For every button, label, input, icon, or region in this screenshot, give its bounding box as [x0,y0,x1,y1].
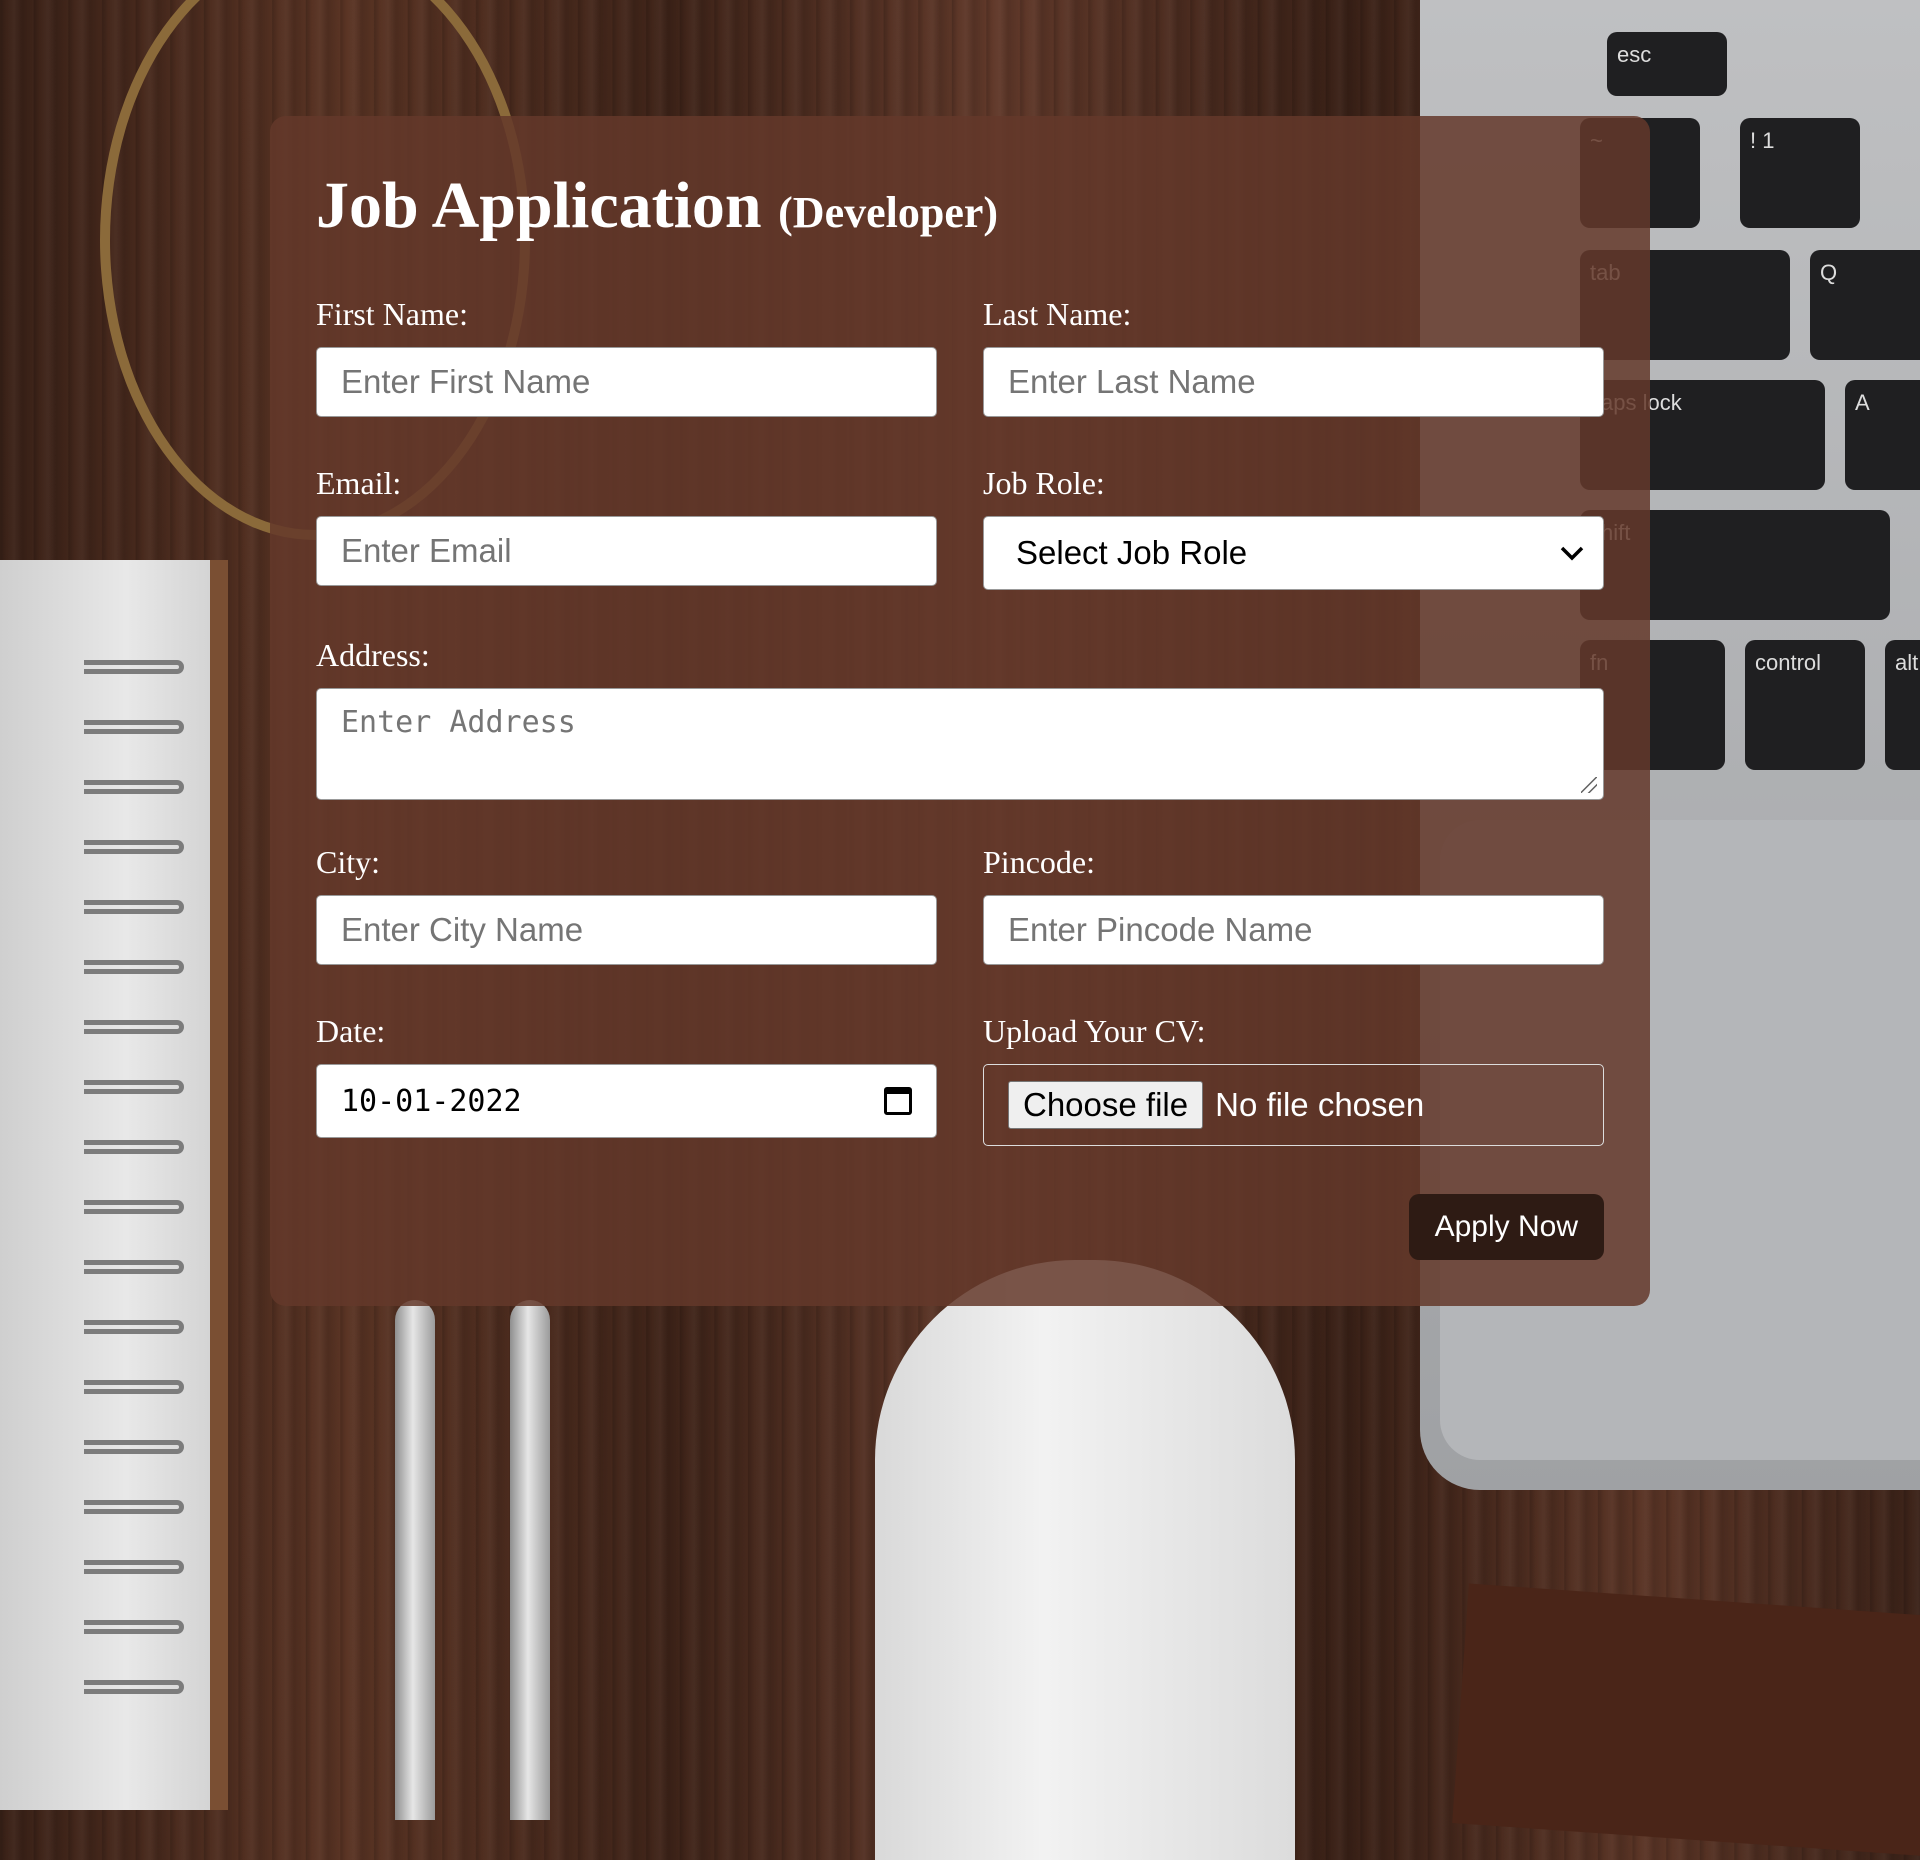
date-input[interactable]: 10-01-2022 [316,1064,937,1138]
key-q: Q [1810,250,1920,360]
chevron-down-icon [1560,546,1584,561]
address-label: Address: [316,637,430,673]
file-status: No file chosen [1215,1086,1425,1123]
notebook-decoration [0,560,228,1810]
key-1: ! 1 [1740,118,1860,228]
name-row: First Name: Enter First Name Last Name: … [316,296,1604,417]
date-value: 10-01-2022 [341,1083,522,1119]
city-label: City: [316,844,381,880]
key-control: control [1745,640,1865,770]
title-subtitle: (Developer) [778,188,999,237]
cv-label: Upload Your CV: [983,1013,1206,1049]
key-a: A [1845,380,1920,490]
date-cv-row: Date: 10-01-2022 Upload Your CV: Choose … [316,1013,1604,1146]
calendar-icon[interactable] [884,1087,912,1115]
page-title: Job Application (Developer) [316,166,1604,253]
city-input[interactable]: Enter City Name [316,895,937,965]
key-option: alt [1885,640,1920,770]
job-application-card: Job Application (Developer) First Name: … [270,116,1650,1306]
mouse-decoration [875,1260,1295,1860]
first-name-label: First Name: [316,296,468,332]
pincode-label: Pincode: [983,844,1095,880]
wallet-decoration [1452,1583,1920,1857]
date-label: Date: [316,1013,386,1049]
choose-file-button[interactable]: Choose file [1008,1081,1204,1129]
apply-now-button[interactable]: Apply Now [1408,1194,1604,1260]
job-role-select[interactable]: Select Job Role [983,516,1604,590]
pen-decoration [395,1300,435,1820]
job-role-label: Job Role: [983,465,1105,501]
address-row: Address: Enter Address [316,637,1604,800]
pincode-input[interactable]: Enter Pincode Name [983,895,1604,965]
email-input[interactable]: Enter Email [316,516,937,586]
pen-decoration [510,1300,550,1820]
first-name-input[interactable]: Enter First Name [316,347,937,417]
email-role-row: Email: Enter Email Job Role: Select Job … [316,465,1604,590]
key-esc: esc [1607,32,1727,96]
cv-file-input[interactable]: Choose file No file chosen [983,1064,1604,1146]
email-label: Email: [316,465,402,501]
last-name-label: Last Name: [983,296,1132,332]
job-role-value: Select Job Role [1016,534,1248,571]
title-text: Job Application [316,169,762,242]
resize-handle-icon[interactable] [1581,777,1597,793]
address-textarea[interactable]: Enter Address [316,688,1604,800]
city-pincode-row: City: Enter City Name Pincode: Enter Pin… [316,844,1604,965]
last-name-input[interactable]: Enter Last Name [983,347,1604,417]
